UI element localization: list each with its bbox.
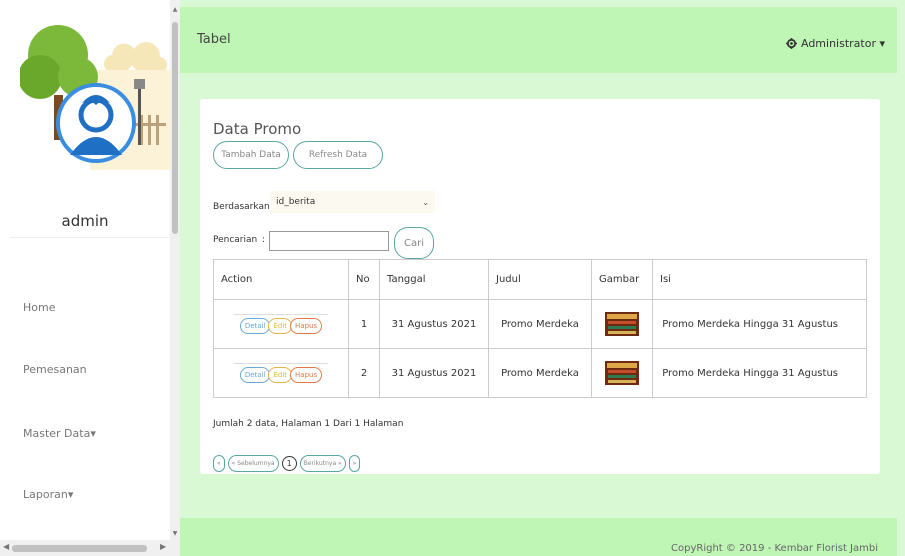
action-cell: Detail Edit Hapus — [213, 348, 349, 398]
edit-button[interactable]: Edit — [268, 318, 293, 334]
card-title: Data Promo — [213, 120, 302, 138]
user-menu[interactable]: Administrator ▾ — [785, 37, 885, 50]
search-label: Pencarian — [213, 235, 258, 245]
sidebar-item-master-data[interactable]: Master Data▾ — [23, 427, 96, 440]
sidebar-item-home[interactable]: Home — [23, 301, 55, 314]
detail-button[interactable]: Detail — [239, 318, 271, 334]
cell-tanggal: 31 Agustus 2021 — [379, 299, 489, 349]
promo-thumbnail-image — [605, 361, 639, 385]
cell-judul: Promo Merdeka — [488, 348, 592, 398]
search-colon: : — [262, 235, 266, 245]
profile-illustration — [20, 25, 170, 170]
admin-name: admin — [61, 212, 109, 230]
search-button[interactable]: Cari — [394, 227, 434, 259]
footer: CopyRight © 2019 - Kembar Florist Jambi — [180, 518, 897, 556]
page-prev-button[interactable]: « Sebelumnya — [227, 455, 279, 472]
page-current-button[interactable]: 1 — [281, 456, 297, 471]
scroll-up-icon[interactable]: ▲ — [171, 6, 179, 13]
data-card: Data Promo Tambah Data Refresh Data Berd… — [200, 99, 880, 474]
column-header-no: No — [348, 259, 380, 300]
sidebar: admin Home Pemesanan Master Data▾ Lapora… — [0, 0, 170, 540]
page-next-button[interactable]: Berikutnya » — [299, 455, 346, 472]
cell-gambar — [591, 348, 653, 398]
detail-button[interactable]: Detail — [239, 367, 271, 383]
table-header-row: Action No Tanggal Judul Gambar Isi — [213, 259, 867, 300]
column-header-gambar: Gambar — [591, 259, 653, 300]
page-last-button[interactable]: » — [348, 455, 361, 472]
add-data-button[interactable]: Tambah Data — [213, 141, 289, 169]
cell-no: 2 — [348, 348, 380, 398]
table-row: Detail Edit Hapus 2 31 Agustus 2021 Prom… — [213, 348, 867, 398]
page-first-button[interactable]: « — [213, 455, 225, 472]
filter-by-select[interactable]: id_berita ⌄ — [270, 191, 435, 213]
cell-isi: Promo Merdeka Hingga 31 Agustus — [652, 348, 867, 398]
cell-tanggal: 31 Agustus 2021 — [379, 348, 489, 398]
cell-judul: Promo Merdeka — [488, 299, 592, 349]
scrollbar-thumb[interactable] — [172, 22, 178, 234]
action-cell: Detail Edit Hapus — [213, 299, 349, 349]
scroll-left-icon[interactable]: ◀ — [3, 542, 9, 551]
sidebar-item-laporan[interactable]: Laporan▾ — [23, 488, 73, 501]
scroll-down-icon[interactable]: ▼ — [171, 530, 179, 537]
search-input[interactable] — [269, 231, 389, 251]
column-header-tanggal: Tanggal — [379, 259, 489, 300]
column-header-judul: Judul — [488, 259, 592, 300]
footer-copyright: CopyRight © 2019 - Kembar Florist Jambi — [671, 543, 878, 554]
chevron-down-icon: ⌄ — [422, 197, 429, 207]
edit-button[interactable]: Edit — [268, 367, 293, 383]
refresh-data-button[interactable]: Refresh Data — [293, 141, 383, 169]
scroll-right-icon[interactable]: ▶ — [160, 542, 166, 551]
delete-button[interactable]: Hapus — [290, 367, 323, 383]
pagination-summary: Jumlah 2 data, Halaman 1 Dari 1 Halaman — [213, 419, 404, 429]
topbar: Tabel Administrator ▾ — [180, 7, 897, 73]
main-content: Tabel Administrator ▾ Data Promo Tambah … — [180, 0, 905, 556]
delete-button[interactable]: Hapus — [290, 318, 323, 334]
gear-icon — [785, 38, 797, 49]
cell-no: 1 — [348, 299, 380, 349]
column-header-isi: Isi — [652, 259, 867, 300]
column-header-action: Action — [213, 259, 349, 300]
cell-isi: Promo Merdeka Hingga 31 Agustus — [652, 299, 867, 349]
sidebar-divider — [10, 237, 170, 238]
scrollbar-thumb[interactable] — [12, 545, 147, 552]
sidebar-item-pemesanan[interactable]: Pemesanan — [23, 363, 87, 376]
table-row: Detail Edit Hapus 1 31 Agustus 2021 Prom… — [213, 299, 867, 349]
filter-by-value: id_berita — [276, 197, 316, 207]
promo-table: Action No Tanggal Judul Gambar Isi Detai… — [213, 259, 867, 398]
pagination: « « Sebelumnya 1 Berikutnya » » — [213, 455, 361, 472]
page-title: Tabel — [197, 32, 231, 47]
user-menu-label: Administrator ▾ — [800, 37, 885, 50]
promo-thumbnail-image — [605, 312, 639, 336]
cell-gambar — [591, 299, 653, 349]
sidebar-horizontal-scrollbar[interactable]: ◀ ▶ — [0, 540, 180, 556]
sidebar-vertical-scrollbar[interactable]: ▲ ▼ — [170, 0, 180, 540]
filter-by-label: Berdasarkan: — [213, 202, 273, 212]
